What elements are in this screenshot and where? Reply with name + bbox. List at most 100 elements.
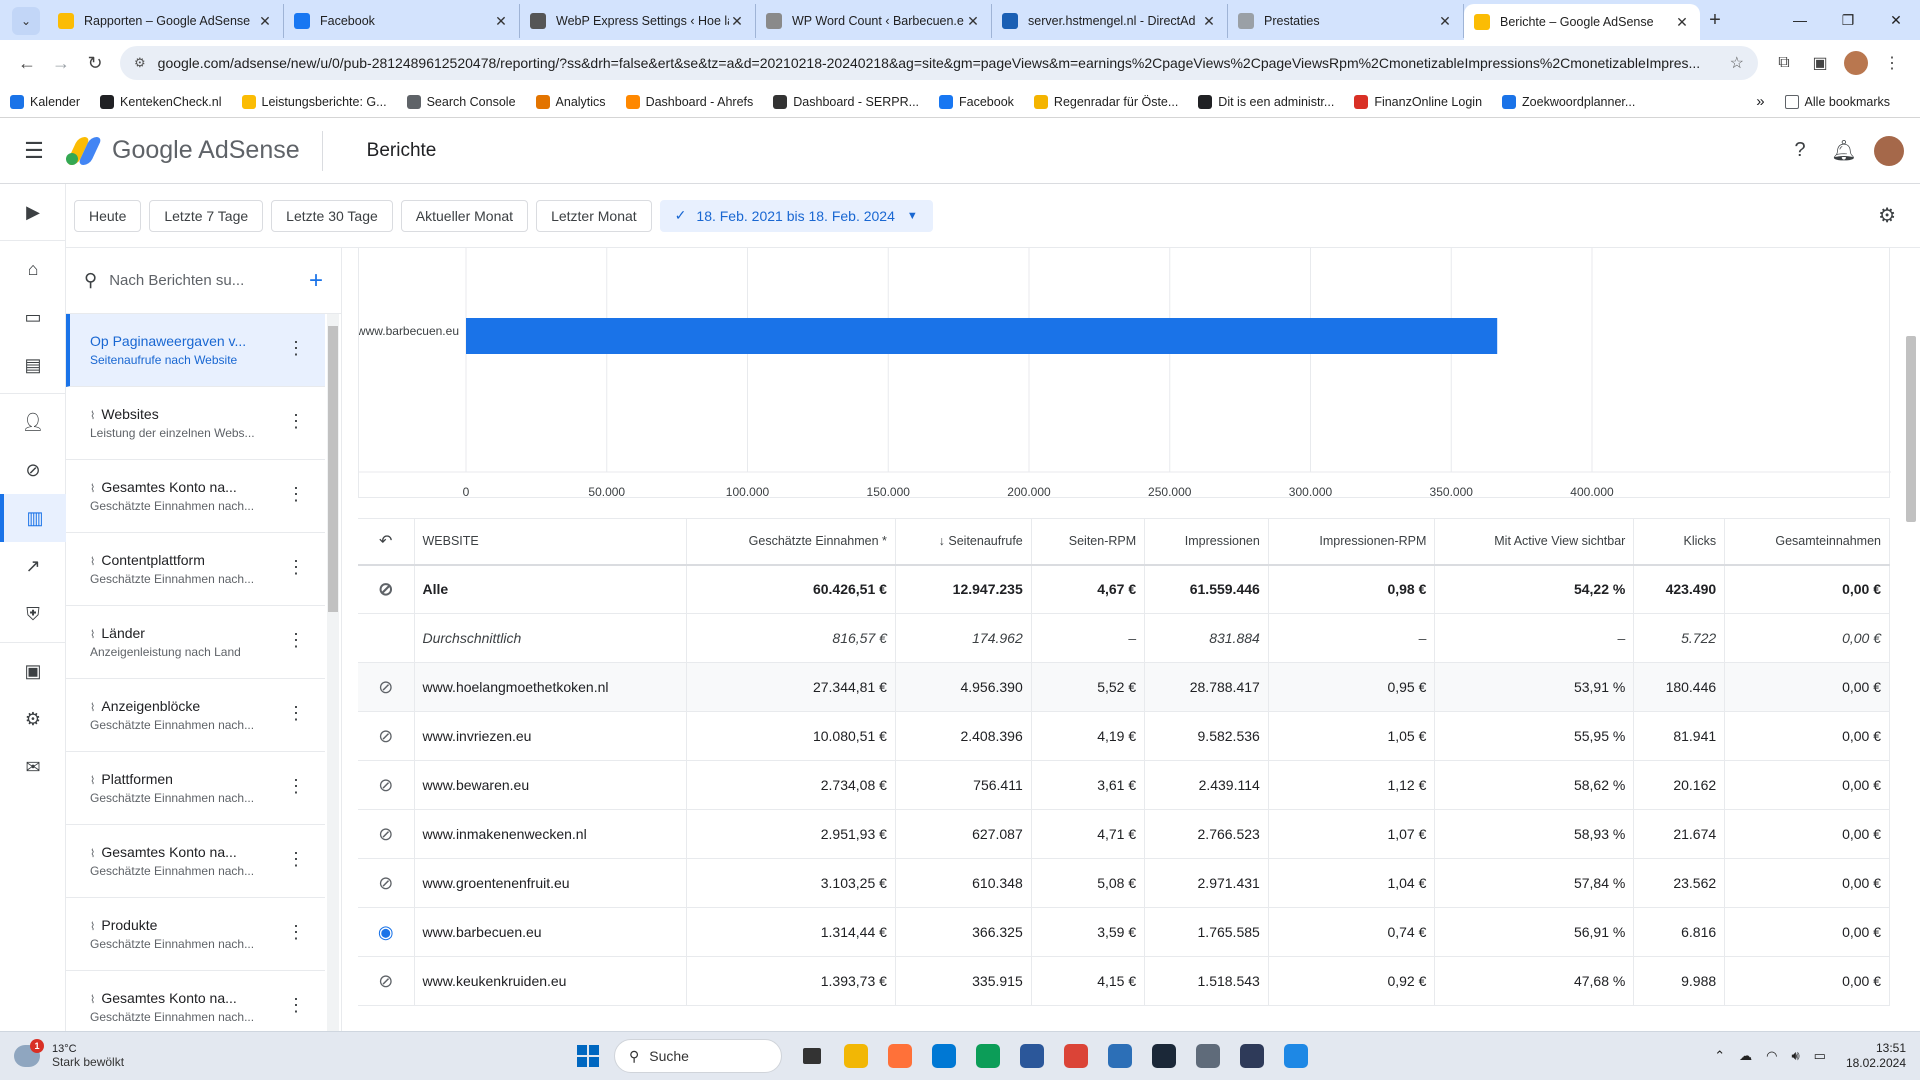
all-bookmarks[interactable]: Alle bookmarks xyxy=(1784,94,1890,109)
firefox-icon[interactable] xyxy=(880,1036,920,1076)
settings-icon[interactable]: ⚙ xyxy=(0,695,66,743)
ads-icon[interactable]: ▭ xyxy=(0,293,66,341)
browser-tab[interactable]: Berichte – Google AdSense ✕ xyxy=(1464,4,1700,40)
sidepanel-icon[interactable]: ▣ xyxy=(1802,46,1838,80)
privacy-messaging-icon[interactable]: 👤︎ xyxy=(0,398,66,446)
report-list-item[interactable]: ⌇ Gesamtes Konto na... Geschätzte Einnahme… xyxy=(66,971,325,1031)
sidebar-scrollbar[interactable] xyxy=(327,314,339,1031)
close-tab-icon[interactable]: ✕ xyxy=(493,13,509,30)
bookmark-item[interactable]: Facebook xyxy=(939,94,1014,109)
report-list-item[interactable]: ⌇ Websites Leistung der einzelnen Webs... ⋮ xyxy=(66,387,325,460)
close-tab-icon[interactable]: ✕ xyxy=(965,13,981,30)
outlook-icon[interactable] xyxy=(924,1036,964,1076)
report-list-item[interactable]: ⌇ Contentplattform Geschätzte Einnahmen na… xyxy=(66,533,325,606)
table-row[interactable]: ⊘ www.groentenenfruit.eu 3.103,25 €610.348… xyxy=(358,858,1890,908)
more-vert-icon[interactable]: ⋮ xyxy=(287,411,305,432)
reports-icon[interactable]: ▥ xyxy=(0,494,66,542)
bookmark-item[interactable]: KentekenCheck.nl xyxy=(100,94,222,109)
task-view-icon[interactable] xyxy=(792,1036,832,1076)
visibility-off-icon[interactable]: ⊘ xyxy=(358,858,415,908)
home-icon[interactable]: ⌂ xyxy=(0,245,66,293)
extensions-icon[interactable]: ⧉ xyxy=(1766,46,1802,80)
policy-center-icon[interactable]: ⛨ xyxy=(0,590,66,638)
volume-icon[interactable]: 🔊︎ xyxy=(1791,1048,1799,1064)
browser-tab[interactable]: Rapporten – Google AdSense ✕ xyxy=(48,4,284,38)
bookmark-item[interactable]: Leistungsberichte: G... xyxy=(241,94,387,109)
report-list-item[interactable]: ⌇ Gesamtes Konto na... Geschätzte Einnahme… xyxy=(66,460,325,533)
chrome-icon[interactable] xyxy=(1056,1036,1096,1076)
back-icon[interactable]: ← xyxy=(10,46,44,80)
report-settings-icon[interactable]: ⚙ xyxy=(1878,203,1896,228)
chevron-up-icon[interactable]: ⌃ xyxy=(1714,1048,1725,1064)
new-tab-button[interactable]: + xyxy=(1700,9,1730,32)
blocking-controls-icon[interactable]: ⊘ xyxy=(0,446,66,494)
bookmark-star-icon[interactable]: ☆ xyxy=(1720,53,1744,73)
battery-icon[interactable]: ▭ xyxy=(1814,1048,1826,1064)
more-vert-icon[interactable]: ⋮ xyxy=(287,557,305,578)
close-tab-icon[interactable]: ✕ xyxy=(1437,13,1453,30)
bookmark-item[interactable]: Dashboard - SERPR... xyxy=(773,94,919,109)
date-preset-chip[interactable]: Heute xyxy=(74,199,142,232)
more-vert-icon[interactable]: ⋮ xyxy=(287,484,305,505)
feedback-icon[interactable]: ✉ xyxy=(0,743,66,791)
report-list-item[interactable]: ⌇ Plattformen Geschätzte Einnahmen nach...… xyxy=(66,752,325,825)
date-preset-chip[interactable]: Letzte 30 Tage xyxy=(271,199,393,232)
date-preset-chip[interactable]: Aktueller Monat xyxy=(400,199,529,232)
notifications-icon[interactable]: 🔔︎ xyxy=(1822,129,1866,173)
more-vert-icon[interactable]: ⋮ xyxy=(287,338,305,359)
tab-search-icon[interactable]: ⌄ xyxy=(12,7,40,35)
report-list-item[interactable]: ⌇ Gesamtes Konto na... Geschätzte Einnahme… xyxy=(66,825,325,898)
reload-icon[interactable]: ↻ xyxy=(78,46,112,80)
weather-widget[interactable]: 1 13°C Stark bewölkt xyxy=(14,1039,314,1069)
windows-start-icon[interactable] xyxy=(568,1036,608,1076)
taskbar-search[interactable]: ⚲ Suche xyxy=(614,1039,782,1073)
date-preset-chip[interactable]: Letzte 7 Tage xyxy=(149,199,264,232)
visibility-off-icon[interactable]: ⊘ xyxy=(358,809,415,859)
bookmarks-overflow-icon[interactable]: » xyxy=(1756,93,1764,110)
app-blue-icon[interactable] xyxy=(1100,1036,1140,1076)
forward-icon[interactable]: → xyxy=(44,46,78,80)
table-row[interactable]: ◉ www.barbecuen.eu 1.314,44 €366.325 3,59 €… xyxy=(358,907,1890,957)
onedrive-icon[interactable]: ☁ xyxy=(1739,1048,1752,1064)
visibility-off-icon[interactable]: ⊘ xyxy=(358,662,415,712)
account-avatar[interactable] xyxy=(1874,135,1904,166)
bookmark-item[interactable]: Zoekwoordplanner... xyxy=(1502,94,1635,109)
column-header[interactable]: Impressionen-RPM xyxy=(1268,518,1436,566)
report-list-item[interactable]: ⌇ Produkte Geschätzte Einnahmen nach... ⋮ xyxy=(66,898,325,971)
table-row[interactable]: ⊘ www.hoelangmoethetkoken.nl 27.344,81 €4.… xyxy=(358,662,1890,712)
more-vert-icon[interactable]: ⋮ xyxy=(287,703,305,724)
column-header[interactable]: Geschätzte Einnahmen * xyxy=(686,518,896,566)
notepad-icon[interactable] xyxy=(1276,1036,1316,1076)
column-header[interactable]: WEBSITE xyxy=(414,518,688,566)
close-tab-icon[interactable]: ✕ xyxy=(257,13,273,30)
close-tab-icon[interactable]: ✕ xyxy=(729,13,745,30)
add-report-icon[interactable]: + xyxy=(309,267,323,295)
browser-tab[interactable]: Facebook ✕ xyxy=(284,4,520,38)
main-scrollbar[interactable] xyxy=(1906,248,1916,1031)
file-explorer-icon[interactable] xyxy=(836,1036,876,1076)
column-header[interactable]: ↓ Seitenaufrufe xyxy=(895,518,1032,566)
minimize-icon[interactable]: — xyxy=(1776,0,1824,40)
chart-bar[interactable] xyxy=(466,318,1498,354)
bookmark-item[interactable]: Dashboard - Ahrefs xyxy=(625,94,753,109)
help-icon[interactable]: ? xyxy=(1778,129,1822,173)
column-header[interactable]: Seiten-RPM xyxy=(1031,518,1146,566)
wifi-icon[interactable]: ◠ xyxy=(1766,1048,1777,1064)
sort-reset-icon[interactable]: ↶ xyxy=(358,518,415,566)
edge-icon[interactable] xyxy=(968,1036,1008,1076)
more-vert-icon[interactable]: ⋮ xyxy=(287,849,305,870)
visibility-icon[interactable]: ◉ xyxy=(358,907,415,957)
column-header[interactable]: Gesamteinnahmen xyxy=(1724,518,1890,566)
main-menu-icon[interactable]: ☰ xyxy=(0,138,68,164)
more-vert-icon[interactable]: ⋮ xyxy=(287,995,305,1016)
browser-tab[interactable]: WP Word Count ‹ Barbecuen.e ✕ xyxy=(756,4,992,38)
payments-icon[interactable]: ▣ xyxy=(0,647,66,695)
app-dark-icon[interactable] xyxy=(1232,1036,1272,1076)
word-icon[interactable] xyxy=(1012,1036,1052,1076)
column-header[interactable]: Impressionen xyxy=(1144,518,1269,566)
bookmark-item[interactable]: Search Console xyxy=(406,94,516,109)
calculator-icon[interactable] xyxy=(1188,1036,1228,1076)
more-vert-icon[interactable]: ⋮ xyxy=(287,776,305,797)
browser-tab[interactable]: server.hstmengel.nl - DirectAd ✕ xyxy=(992,4,1228,38)
table-row[interactable]: ⊘ www.invriezen.eu 10.080,51 €2.408.396 4,1… xyxy=(358,711,1890,761)
